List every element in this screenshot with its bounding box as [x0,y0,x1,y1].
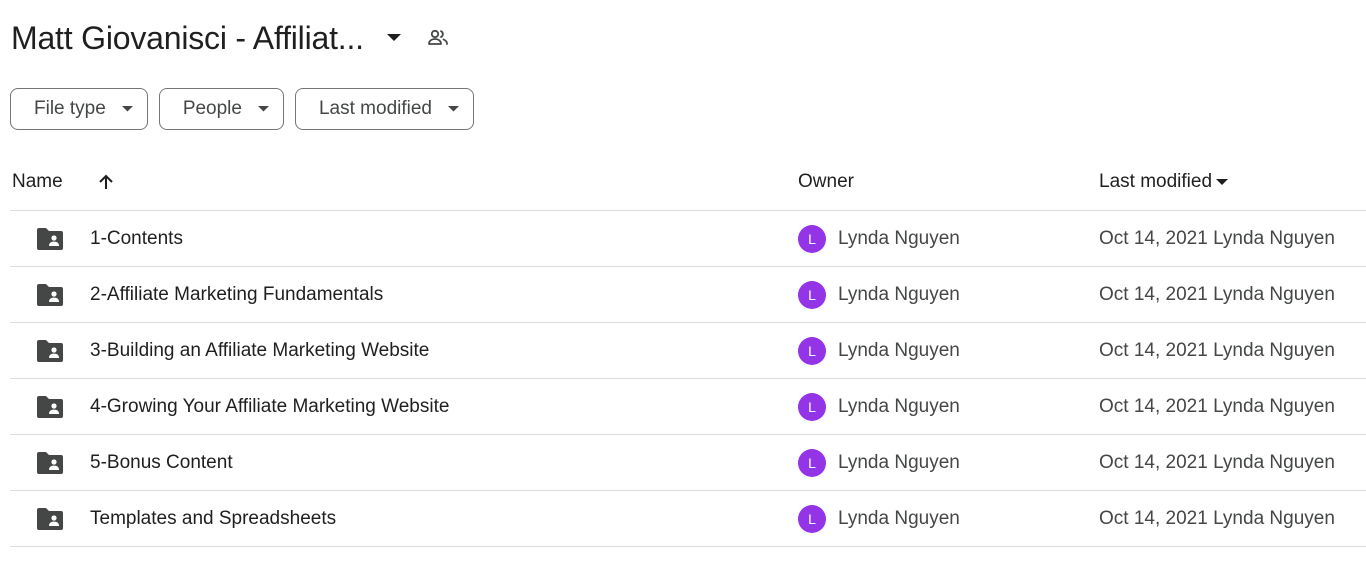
owner-name: Lynda Nguyen [838,395,960,417]
avatar: L [798,392,826,421]
shared-folder-icon [35,394,65,420]
caret-down-icon [121,106,133,112]
owner-name: Lynda Nguyen [838,507,960,529]
caret-down-icon [448,106,459,112]
table-row[interactable]: 2-Affiliate Marketing Fundamentals L Lyn… [10,267,1366,323]
people-icon[interactable] [420,20,456,56]
owner-cell: L Lynda Nguyen [798,336,960,365]
owner-cell: L Lynda Nguyen [798,392,960,421]
avatar: L [798,280,826,309]
table-body: 1-Contents L Lynda Nguyen Oct 14, 2021 L… [10,211,1366,547]
file-name[interactable]: 3-Building an Affiliate Marketing Websit… [90,340,429,362]
avatar: L [798,336,826,365]
folder-title[interactable]: Matt Giovanisci - Affiliat... [11,20,364,57]
table-row[interactable]: 3-Building an Affiliate Marketing Websit… [10,323,1366,379]
drive-folder-view: Matt Giovanisci - Affiliat... File type … [0,0,1366,584]
last-modified-cell: Oct 14, 2021 Lynda Nguyen [1099,227,1335,249]
shared-folder-icon [35,338,65,364]
file-name[interactable]: 2-Affiliate Marketing Fundamentals [90,284,383,306]
column-label-name: Name [12,171,63,192]
last-modified-cell: Oct 14, 2021 Lynda Nguyen [1099,395,1335,417]
file-name[interactable]: 5-Bonus Content [90,452,233,474]
last-modified-cell: Oct 14, 2021 Lynda Nguyen [1099,451,1335,473]
owner-cell: L Lynda Nguyen [798,504,960,533]
column-label-modified: Last modified [1099,171,1213,192]
avatar: L [798,448,826,477]
column-header-last-modified[interactable]: Last modified [1099,171,1229,193]
last-modified-cell: Oct 14, 2021 Lynda Nguyen [1099,507,1335,529]
table-row[interactable]: 4-Growing Your Affiliate Marketing Websi… [10,379,1366,435]
shared-folder-icon [35,450,65,476]
filter-file-type[interactable]: File type [10,88,148,130]
filter-label: People [182,98,242,119]
table-row[interactable]: 1-Contents L Lynda Nguyen Oct 14, 2021 L… [10,211,1366,267]
owner-cell: L Lynda Nguyen [798,448,960,477]
file-name[interactable]: 4-Growing Your Affiliate Marketing Websi… [90,396,449,418]
filter-label: File type [34,98,106,119]
table-header: Name Owner Last modified [10,154,1366,211]
file-name[interactable]: Templates and Spreadsheets [90,508,336,530]
last-modified-cell: Oct 14, 2021 Lynda Nguyen [1099,283,1335,305]
table-row[interactable]: 5-Bonus Content L Lynda Nguyen Oct 14, 2… [10,435,1366,491]
filter-people[interactable]: People [158,88,284,130]
table-row[interactable]: Templates and Spreadsheets L Lynda Nguye… [10,491,1366,547]
owner-cell: L Lynda Nguyen [798,224,960,253]
avatar: L [798,224,826,253]
caret-down-icon[interactable] [376,20,412,56]
folder-header: Matt Giovanisci - Affiliat... [11,14,456,62]
shared-folder-icon [35,506,65,532]
filter-bar: File type People Last modified [10,88,474,130]
caret-down-icon [1216,178,1229,186]
caret-down-icon [257,106,269,112]
owner-cell: L Lynda Nguyen [798,280,960,309]
column-header-owner[interactable]: Owner [798,171,854,193]
owner-name: Lynda Nguyen [838,451,960,473]
owner-name: Lynda Nguyen [838,283,960,305]
file-list: Name Owner Last modified 1-Contents L Ly… [10,154,1366,547]
column-header-name[interactable]: Name [12,171,115,193]
shared-folder-icon [35,282,65,308]
arrow-up-icon[interactable] [97,173,115,191]
filter-last-modified[interactable]: Last modified [294,88,474,130]
shared-folder-icon [35,226,65,252]
owner-name: Lynda Nguyen [838,339,960,361]
last-modified-cell: Oct 14, 2021 Lynda Nguyen [1099,339,1335,361]
owner-name: Lynda Nguyen [838,227,960,249]
filter-label: Last modified [318,98,432,119]
file-name[interactable]: 1-Contents [90,228,183,250]
avatar: L [798,504,826,533]
